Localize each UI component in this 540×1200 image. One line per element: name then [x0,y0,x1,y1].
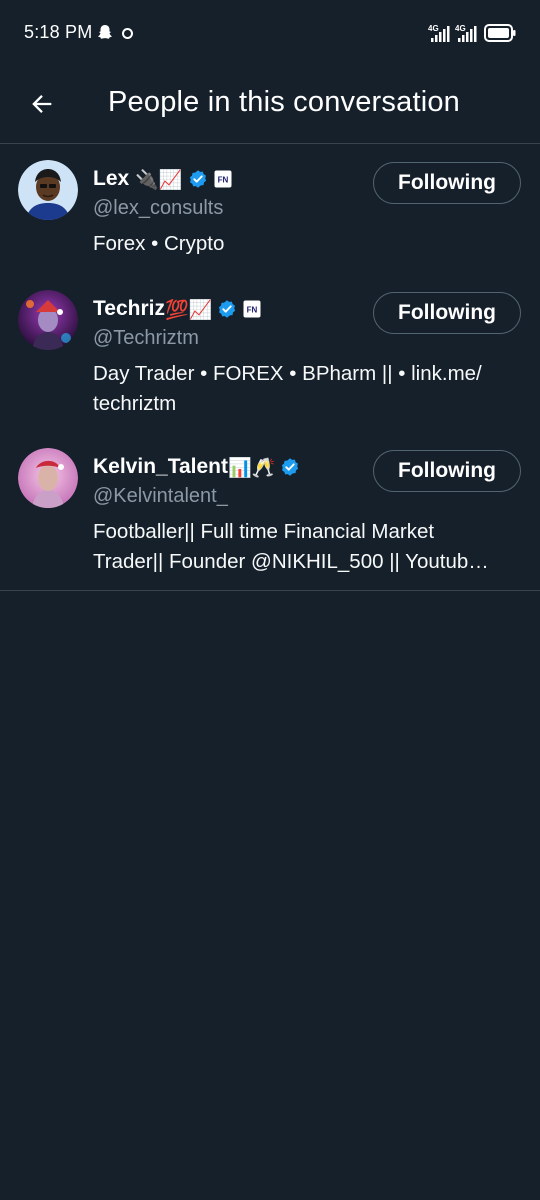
display-name: Lex [93,167,130,190]
verified-badge-icon [219,300,236,318]
status-bar: 5:18 PM 4G 4G [0,0,540,66]
bio-line: Footballer|| Full time Financial Market [93,520,435,543]
affiliate-badge-icon: FN [214,170,232,188]
display-name: Kelvin_Talent [93,455,228,478]
signal-icon: 4G [428,24,450,42]
network-label-2: 4G [455,24,466,33]
affiliate-badge-icon: FN [243,300,261,318]
snapchat-ghost-icon [98,25,112,39]
user-bio: Footballer|| Full time Financial Market … [93,517,523,577]
verified-badge-icon [282,458,299,476]
affiliate-badge-label: FN [247,306,258,315]
bio-line: Forex • Crypto [93,232,225,255]
avatar[interactable] [18,290,78,350]
bio-line[interactable]: techriztm [93,389,523,419]
verified-badge-icon [189,170,206,188]
arrow-left-icon [32,95,52,113]
display-name: Techriz [93,297,165,320]
status-time: 5:18 PM [24,22,93,42]
header: People in this conversation [0,66,540,144]
page-title: People in this conversation [108,86,460,118]
avatar[interactable] [18,448,78,508]
following-button[interactable]: Following [373,292,521,334]
circle-dot-icon [122,28,133,39]
affiliate-badge-label: FN [217,176,228,185]
bio-line[interactable]: Day Trader • FOREX • BPharm || • link.me… [93,359,523,389]
user-bio: Forex • Crypto [93,229,523,259]
user-row-kelvin-talent[interactable]: Kelvin_Talent 📊🥂 @Kelvintalent_ Football… [0,432,540,590]
bio-line[interactable]: Trader|| Founder @NIKHIL_500 || Youtub… [93,547,523,577]
user-row-lex[interactable]: Lex 🔌📈 FN @lex_consults Forex • Crypto F… [0,144,540,274]
following-button[interactable]: Following [373,450,521,492]
signal-icon: 4G [455,24,477,42]
network-label-1: 4G [428,24,439,33]
battery-icon [484,24,516,42]
avatar[interactable] [18,160,78,220]
following-button[interactable]: Following [373,162,521,204]
back-button[interactable] [20,82,64,126]
name-emoji: 📊🥂 [227,456,276,479]
user-row-techriz[interactable]: Techriz 💯📈 FN @Techriztm Day Trader • FO… [0,274,540,432]
user-bio: Day Trader • FOREX • BPharm || • link.me… [93,359,523,419]
user-list: Lex 🔌📈 FN @lex_consults Forex • Crypto F… [0,144,540,591]
name-emoji: 🔌📈 [135,168,183,191]
name-emoji: 💯📈 [164,298,213,321]
